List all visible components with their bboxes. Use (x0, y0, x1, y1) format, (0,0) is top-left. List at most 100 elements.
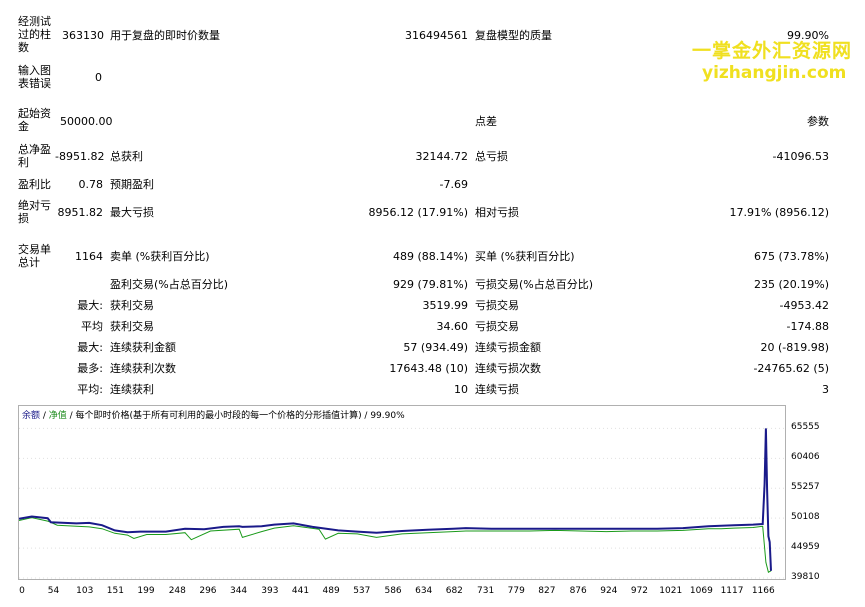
profit-trades-label: 盈利交易(%占总百分比) (110, 278, 229, 291)
x-tick-label: 537 (353, 586, 371, 596)
ticks-modelled-value: 316494561 (405, 29, 468, 42)
x-tick-label: 151 (106, 586, 124, 596)
absolute-drawdown-value: 8951.82 (57, 206, 104, 219)
loss-trades-value: 235 (20.19%) (753, 278, 829, 291)
x-tick-label: 1166 (751, 586, 775, 596)
maximal-consecutive-loss-label: 连续亏损次数 (475, 362, 541, 375)
bars-tested-label: 经测试过的柱数 (18, 15, 51, 54)
x-tick-label: 393 (261, 586, 279, 596)
x-tick-label: 876 (569, 586, 587, 596)
bars-tested-value: 363130 (62, 29, 104, 42)
profit-trades-value: 929 (79.81%) (392, 278, 468, 291)
x-tick-label: 0 (19, 586, 25, 596)
average-profit-value: 34.60 (436, 320, 469, 333)
y-tick-label: 39810 (791, 572, 820, 582)
long-positions-label: 买单 (%获利百分比) (475, 250, 575, 263)
largest-loss-value: -4953.42 (779, 299, 829, 312)
y-tick-label: 44959 (791, 542, 820, 553)
total-trades-value: 1164 (75, 250, 103, 263)
x-tick-label: 682 (445, 586, 463, 596)
balance-chart (18, 405, 786, 580)
gross-loss-label: 总亏损 (475, 150, 508, 163)
max-consecutive-losses-value: 20 (-819.98) (760, 341, 829, 354)
maximal-consecutive-profit-value: 17643.48 (10) (389, 362, 468, 375)
x-tick-label: 731 (477, 586, 495, 596)
average-loss-value: -174.88 (786, 320, 829, 333)
x-tick-label: 296 (199, 586, 217, 596)
x-tick-label: 248 (168, 586, 186, 596)
average-loss-label: 亏损交易 (475, 320, 519, 333)
relative-drawdown-value: 17.91% (8956.12) (729, 206, 829, 219)
profit-factor-label: 盈利比 (18, 178, 51, 191)
legend-balance: 余额 (22, 411, 41, 421)
largest-profit-value: 3519.99 (422, 299, 469, 312)
x-tick-label: 586 (384, 586, 402, 596)
y-tick-label: 65555 (791, 422, 820, 433)
balance-line (18, 428, 772, 571)
y-tick-label: 60406 (791, 452, 820, 463)
x-tick-label: 1069 (689, 586, 713, 596)
mismatch-errors-value: 0 (95, 71, 102, 84)
x-tick-label: 827 (538, 586, 556, 596)
absolute-drawdown-label: 绝对亏损 (18, 199, 51, 225)
modelling-quality-value: 99.90% (787, 29, 829, 42)
loss-trades-label: 亏损交易(%占总百分比) (475, 278, 594, 291)
short-positions-label: 卖单 (%获利百分比) (110, 250, 210, 263)
average-consecutive-losses-label: 连续亏损 (475, 383, 519, 396)
net-profit-label: 总净盈利 (18, 143, 51, 169)
maximal-consecutive-loss-value: -24765.62 (5) (753, 362, 829, 375)
average-consecutive-losses-value: 3 (822, 383, 829, 396)
spread-label: 点差 (475, 115, 497, 128)
gross-loss-value: -41096.53 (772, 150, 829, 163)
ticks-modelled-label: 用于复盘的即时价数量 (110, 29, 220, 42)
legend-separator: / (40, 411, 49, 421)
average-prefix: 平均 (81, 320, 103, 333)
x-tick-label: 1021 (659, 586, 683, 596)
short-positions-value: 489 (88.14%) (392, 250, 468, 263)
watermark-url: yizhangjin.com (702, 63, 847, 83)
y-tick-label: 50108 (791, 512, 820, 523)
average-consecutive-wins-label: 连续获利 (110, 383, 154, 396)
net-profit-value: -8951.82 (55, 150, 105, 163)
expected-payoff-label: 预期盈利 (110, 178, 154, 191)
expected-payoff-value: -7.69 (439, 178, 468, 191)
long-positions-value: 675 (73.78%) (753, 250, 829, 263)
largest-loss-label: 亏损交易 (475, 299, 519, 312)
x-tick-label: 199 (137, 586, 155, 596)
x-tick-label: 634 (415, 586, 433, 596)
total-trades-label: 交易单总计 (18, 243, 51, 269)
chart-legend: 余额 / 净值 / 每个即时价格(基于所有可利用的最小时段的每一个价格的分形插值… (22, 408, 405, 421)
x-tick-label: 924 (600, 586, 618, 596)
legend-equity: 净值 (48, 411, 67, 421)
max-consecutive-wins-label: 连续获利金额 (110, 341, 176, 354)
x-tick-label: 54 (47, 586, 60, 596)
profit-factor-value: 0.78 (78, 178, 104, 191)
maximal-consecutive-profit-label: 连续获利次数 (110, 362, 176, 375)
max-consecutive-wins-value: 57 (934.49) (403, 341, 468, 354)
gross-profit-label: 总获利 (110, 150, 143, 163)
parameters-label: 参数 (807, 115, 829, 128)
average-consecutive-wins-value: 10 (454, 383, 468, 396)
y-tick-label: 55257 (791, 482, 820, 493)
x-tick-label: 1117 (720, 586, 744, 596)
max-consecutive-losses-label: 连续亏损金额 (475, 341, 541, 354)
initial-deposit-label: 起始资金 (18, 107, 51, 133)
largest-profit-label: 获利交易 (110, 299, 154, 312)
legend-description: / 每个即时价格(基于所有可利用的最小时段的每一个价格的分形插值计算) / 99… (66, 411, 405, 421)
mismatch-errors-label: 输入图表错误 (18, 64, 51, 90)
x-tick-label: 972 (630, 586, 649, 596)
maximal-consecutive-prefix: 最多: (77, 362, 103, 375)
x-tick-label: 441 (291, 586, 310, 596)
average-profit-label: 获利交易 (110, 320, 154, 333)
equity-line (18, 517, 772, 573)
relative-drawdown-label: 相对亏损 (475, 206, 519, 219)
initial-deposit-value: 50000.00 (60, 115, 113, 128)
x-tick-label: 103 (76, 586, 94, 596)
average-consecutive-prefix: 平均: (77, 383, 103, 396)
maximal-drawdown-label: 最大亏损 (110, 206, 154, 219)
maximal-drawdown-value: 8956.12 (17.91%) (368, 206, 468, 219)
balance-chart-plot (18, 427, 785, 579)
x-tick-label: 489 (322, 586, 340, 596)
x-tick-label: 344 (229, 586, 248, 596)
x-tick-label: 779 (507, 586, 525, 596)
